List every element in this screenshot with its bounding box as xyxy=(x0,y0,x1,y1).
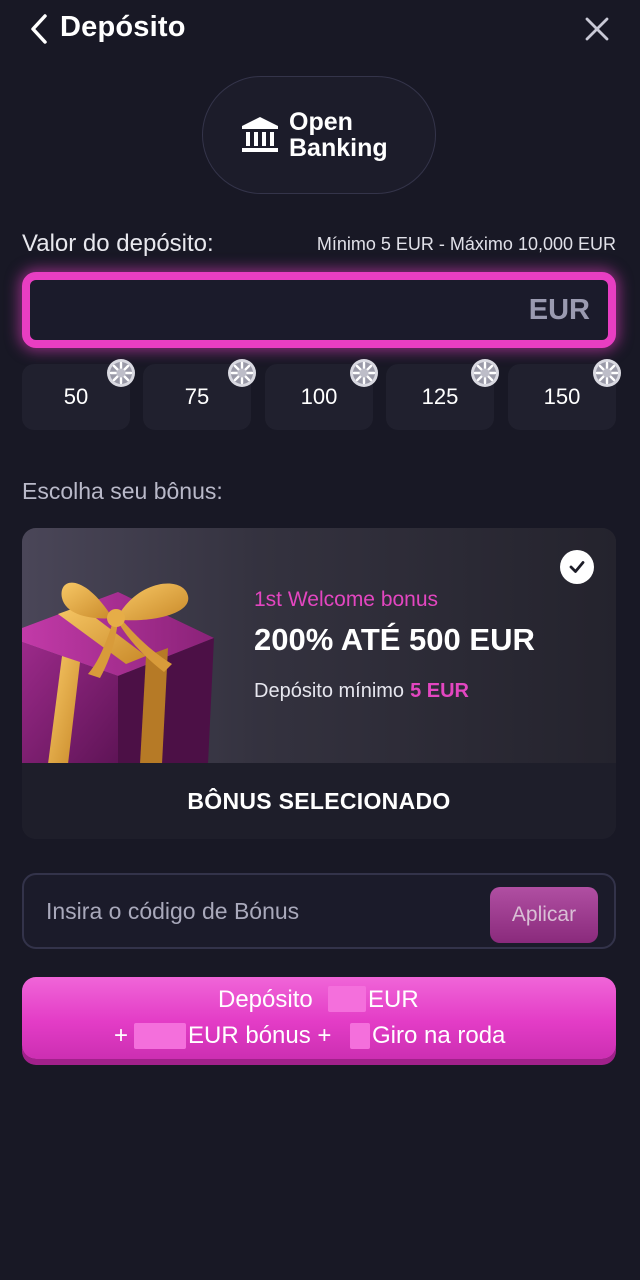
bonus-min-label: Depósito mínimo xyxy=(254,680,405,702)
quick-amount-125[interactable]: 125 xyxy=(386,359,499,430)
bonus-banner: 1st Welcome bonus 200% ATÉ 500 EUR Depós… xyxy=(22,528,616,764)
checkmark-icon xyxy=(560,550,594,584)
promo-code-field: Aplicar xyxy=(22,873,616,949)
payment-method-open-banking[interactable]: Open Banking xyxy=(202,76,436,194)
gift-box-icon xyxy=(22,582,214,764)
casino-chip-icon xyxy=(228,359,256,387)
quick-amount-label: 75 xyxy=(184,384,210,409)
bonus-min-deposit: Depósito mínimo 5 EUR xyxy=(254,680,469,703)
quick-amount-label: 125 xyxy=(421,384,459,409)
quick-amounts: 50 75 100 125 150 xyxy=(22,359,621,432)
cta-bonus-text: EUR bónus + xyxy=(188,1022,332,1049)
casino-chip-icon xyxy=(350,359,378,387)
amount-label: Valor do depósito: xyxy=(22,230,214,257)
bonus-status: BÔNUS SELECIONADO xyxy=(22,763,616,839)
back-button[interactable] xyxy=(24,10,54,48)
quick-amount-100[interactable]: 100 xyxy=(265,359,378,430)
deposit-button[interactable]: Depósito EUR + EUR bónus + Giro na roda xyxy=(22,977,616,1059)
quick-amount-50[interactable]: 50 xyxy=(22,359,135,430)
bonus-card-welcome[interactable]: 1st Welcome bonus 200% ATÉ 500 EUR Depós… xyxy=(22,528,616,839)
casino-chip-icon xyxy=(593,359,621,387)
cta-spin-placeholder xyxy=(350,1023,370,1049)
deposit-screen: Depósito Open Banking Valor do depósito:… xyxy=(0,0,640,1280)
cta-plus: + xyxy=(114,1022,129,1049)
bonus-subtitle: 1st Welcome bonus xyxy=(254,588,439,611)
amount-limits: Mínimo 5 EUR - Máximo 10,000 EUR xyxy=(316,234,616,254)
quick-amount-150[interactable]: 150 xyxy=(508,359,621,430)
cta-bonus-placeholder xyxy=(134,1023,186,1049)
quick-amount-label: 100 xyxy=(300,384,338,409)
promo-code-input[interactable] xyxy=(46,889,486,933)
payment-method-label: Open Banking xyxy=(289,108,388,162)
close-icon xyxy=(585,17,609,41)
quick-amount-label: 50 xyxy=(63,384,89,409)
close-button[interactable] xyxy=(578,12,616,46)
bank-icon xyxy=(242,117,278,152)
casino-chip-icon xyxy=(107,359,135,387)
casino-chip-icon xyxy=(471,359,499,387)
page-title: Depósito xyxy=(60,11,186,43)
bonus-heading: Escolha seu bônus: xyxy=(22,478,223,504)
apply-promo-button[interactable]: Aplicar xyxy=(490,887,598,943)
cta-amount-placeholder xyxy=(328,986,366,1012)
amount-currency: EUR xyxy=(528,293,590,326)
amount-input[interactable] xyxy=(40,286,500,334)
quick-amount-75[interactable]: 75 xyxy=(143,359,256,430)
cta-wheel-text: Giro na roda xyxy=(372,1022,506,1049)
header: Depósito xyxy=(0,0,640,60)
quick-amount-label: 150 xyxy=(543,384,581,409)
bonus-title: 200% ATÉ 500 EUR xyxy=(254,622,535,657)
bonus-min-value: 5 EUR xyxy=(410,680,469,702)
cta-deposit-word: Depósito xyxy=(218,986,313,1013)
chevron-left-icon xyxy=(31,14,47,44)
amount-field: EUR xyxy=(22,272,616,348)
cta-currency: EUR xyxy=(368,986,419,1013)
